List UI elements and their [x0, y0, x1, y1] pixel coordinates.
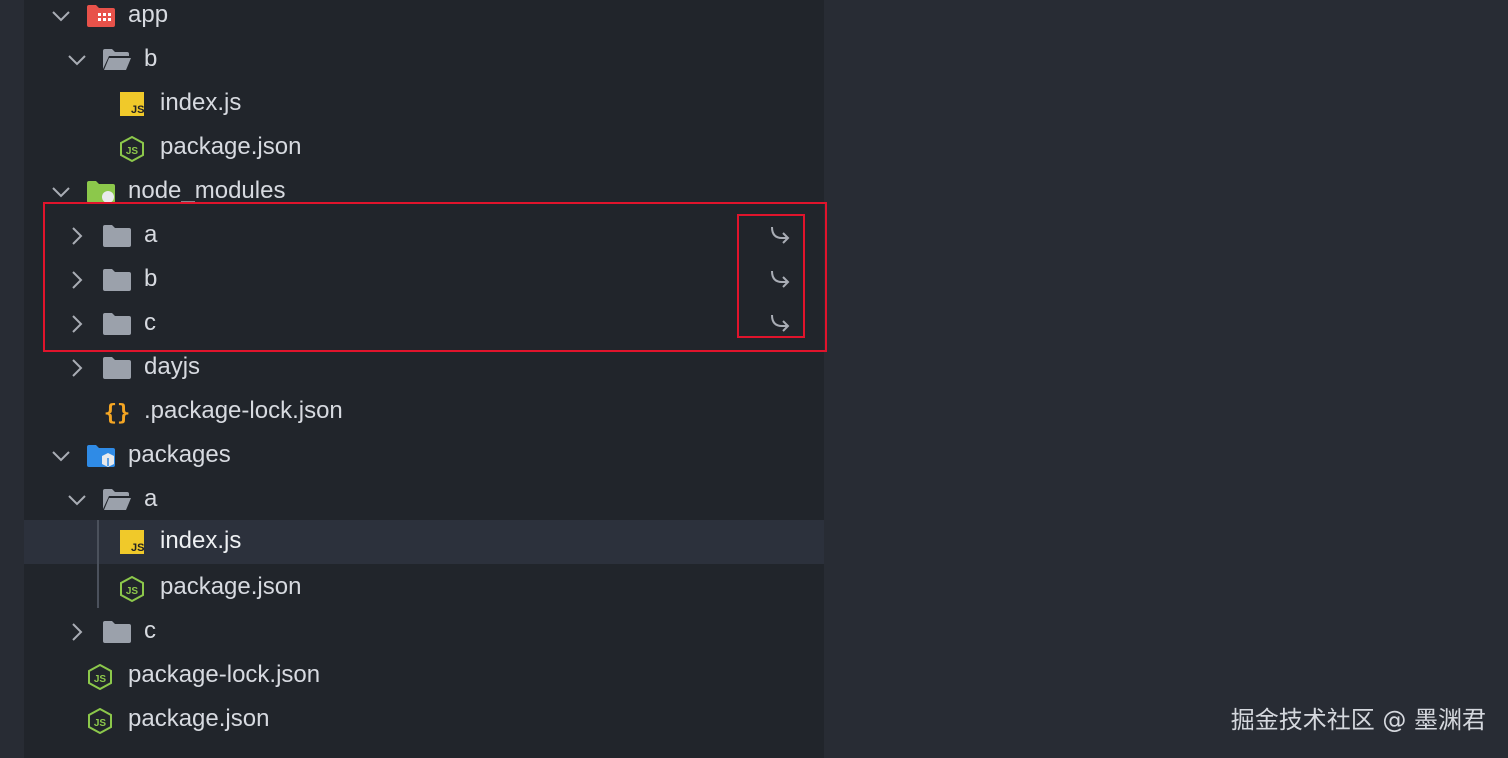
tree-item-label: dayjs: [144, 353, 201, 380]
tree-item-label: package-lock.json: [128, 661, 321, 688]
js-file-icon: JS: [120, 530, 150, 554]
watermark: 掘金技术社区 @ 墨渊君: [1230, 706, 1486, 734]
node-modules-folder-icon: [86, 180, 116, 204]
chevron-down-icon[interactable]: [50, 0, 72, 38]
tree-item-dayjs[interactable]: dayjs: [24, 346, 824, 390]
tree-item-b[interactable]: b: [24, 38, 824, 82]
folder-icon: [102, 356, 132, 380]
tree-item-package-json[interactable]: JS package.json: [24, 566, 824, 610]
tree-item-dot-package-lock-json[interactable]: {} .package-lock.json: [24, 390, 824, 434]
chevron-down-icon[interactable]: [50, 434, 72, 478]
chevron-right-icon[interactable]: [66, 610, 88, 654]
tree-item-c[interactable]: c: [24, 610, 824, 654]
svg-text:JS: JS: [126, 146, 139, 157]
tree-item-a[interactable]: a: [24, 478, 824, 522]
tree-item-label: c: [144, 617, 156, 644]
tree-item-label: packages: [128, 441, 231, 468]
tree-item-package-lock-json[interactable]: JS package-lock.json: [24, 654, 824, 698]
app-folder-icon: [86, 4, 116, 28]
tree-item-index-js[interactable]: JS index.js: [24, 82, 824, 126]
json-braces-icon: {}: [102, 400, 132, 424]
tree-item-label: package.json: [160, 133, 302, 160]
nodejs-file-icon: JS: [120, 576, 150, 602]
tree-item-label: app: [128, 1, 169, 28]
tree-item-label: package.json: [128, 705, 270, 732]
chevron-down-icon[interactable]: [66, 38, 88, 82]
nodejs-file-icon: JS: [88, 664, 118, 690]
tree-item-app[interactable]: app: [24, 0, 824, 38]
activity-strip: [0, 0, 24, 758]
nodejs-file-icon: JS: [120, 136, 150, 162]
nodejs-file-icon: JS: [88, 708, 118, 734]
folder-open-icon: [102, 488, 132, 512]
svg-text:JS: JS: [94, 718, 107, 729]
chevron-right-icon[interactable]: [66, 346, 88, 390]
indent-guide: [97, 520, 99, 608]
tree-item-root-package-json[interactable]: JS package.json: [24, 698, 824, 742]
file-explorer: app b JS index.js JS package.json node_m…: [24, 0, 824, 758]
js-file-icon: JS: [120, 92, 150, 116]
tree-item-label: a: [144, 485, 158, 512]
tree-item-label: .package-lock.json: [144, 397, 343, 424]
svg-text:JS: JS: [131, 104, 144, 116]
folder-open-icon: [102, 48, 132, 72]
highlight-box-arrows: [737, 214, 805, 338]
tree-item-label: index.js: [160, 89, 242, 116]
tree-item-package-json[interactable]: JS package.json: [24, 126, 824, 170]
svg-text:JS: JS: [131, 542, 144, 554]
tree-item-label: b: [144, 45, 158, 72]
packages-folder-icon: [86, 444, 116, 468]
tree-item-label: package.json: [160, 573, 302, 600]
svg-text:{}: {}: [104, 401, 131, 424]
chevron-down-icon[interactable]: [66, 478, 88, 522]
tree-item-index-js-selected[interactable]: JS index.js: [24, 520, 824, 564]
svg-text:JS: JS: [126, 586, 139, 597]
svg-text:JS: JS: [94, 674, 107, 685]
tree-item-label: index.js: [160, 527, 242, 554]
folder-icon: [102, 620, 132, 644]
tree-item-packages[interactable]: packages: [24, 434, 824, 478]
highlight-box-symlinks: [43, 202, 827, 352]
